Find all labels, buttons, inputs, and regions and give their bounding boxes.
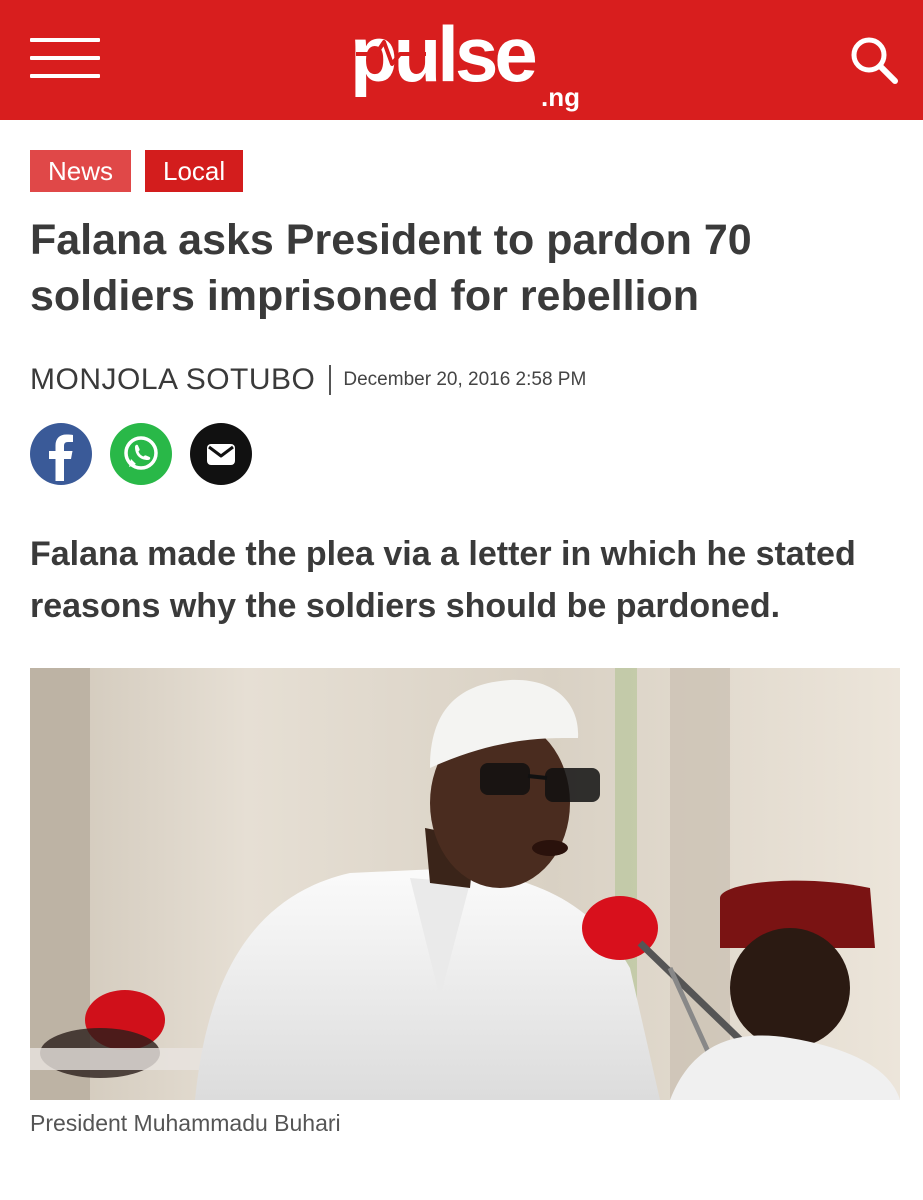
facebook-icon (49, 434, 73, 481)
byline: MONJOLA SOTUBO December 20, 2016 2:58 PM (30, 360, 586, 400)
tag-local[interactable]: Local (145, 150, 244, 192)
tag-news[interactable]: News (30, 150, 132, 192)
whatsapp-icon (124, 436, 158, 470)
photo-caption: President Muhammadu Buhari (30, 1110, 341, 1136)
share-buttons (30, 423, 252, 485)
article-photo (30, 668, 900, 1100)
author-link[interactable]: MONJOLA SOTUBO (30, 363, 315, 397)
facebook-share-button[interactable] (30, 423, 92, 485)
logo-suffix: .ng (541, 82, 580, 112)
email-share-button[interactable] (190, 423, 252, 485)
byline-divider (329, 365, 332, 395)
site-header: pulse .ng (0, 0, 923, 120)
search-icon[interactable] (848, 34, 900, 86)
category-tags: News Local (30, 150, 244, 192)
heartbeat-icon (356, 40, 426, 66)
article-lead: Falana made the plea via a letter in whi… (30, 535, 856, 625)
envelope-icon (207, 444, 235, 465)
hamburger-menu-icon[interactable] (30, 38, 100, 82)
whatsapp-share-button[interactable] (110, 423, 172, 485)
publish-date: December 20, 2016 2:58 PM (343, 369, 587, 390)
site-logo[interactable]: pulse .ng (350, 4, 580, 114)
article-title: Falana asks President to pardon 70 soldi… (30, 216, 752, 320)
